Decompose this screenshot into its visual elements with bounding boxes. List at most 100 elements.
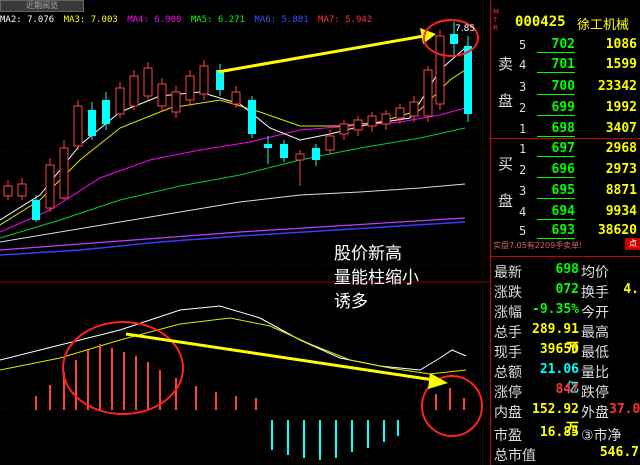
stat-row-total-volume: 总手 289.91万 最高 xyxy=(491,321,640,356)
stock-header: M T R 000425 徐工机械 xyxy=(491,0,640,33)
ma-line-white-long xyxy=(0,183,466,243)
kline-chart-area[interactable]: 近期阅览 MA2: 7.076 MA3: 7.003 MA4: 6.900 MA… xyxy=(0,0,490,465)
bid-row-2[interactable]: 2 696 2973 xyxy=(491,161,640,179)
stat-label-right: 均价 xyxy=(581,265,609,281)
bid-level: 2 xyxy=(519,163,527,177)
bid-price: 696 xyxy=(537,162,575,178)
stat-row-inner-outer: 内盘 152.92万 外盘 37.0 xyxy=(491,401,640,436)
stat-label-right: 最低 xyxy=(581,345,609,361)
bid-row-3[interactable]: 3 695 8871 xyxy=(491,182,640,200)
stat-value-right: 4. xyxy=(623,282,639,297)
stat-row-market-cap: 总市值 546.7 xyxy=(491,444,640,464)
annotation-line-2: 量能柱缩小 xyxy=(334,268,419,288)
ask-volume: 3407 xyxy=(605,121,637,136)
stat-label-right: 今开 xyxy=(581,305,609,321)
macd-arrow-head xyxy=(428,373,448,389)
stat-row-current-volume: 现手 39650 最低 xyxy=(491,341,640,361)
stat-label: 涨跌 xyxy=(494,285,522,301)
stat-row-turnover: 总额 21.06亿 量比 xyxy=(491,361,640,396)
bid-volume: 9934 xyxy=(605,204,637,219)
ask-price: 700 xyxy=(537,79,575,95)
annotation-line-3: 诱多 xyxy=(334,292,368,312)
ask-volume: 23342 xyxy=(597,79,637,94)
stat-label: 市盈 xyxy=(494,428,522,444)
stat-label: 现手 xyxy=(494,345,522,361)
stat-value: 698 xyxy=(555,262,579,277)
ask-volume: 1086 xyxy=(605,37,637,52)
ask-price: 701 xyxy=(537,57,575,73)
stats-divider xyxy=(491,256,640,257)
ask-row-4[interactable]: 4 701 1599 xyxy=(491,56,640,74)
bid-level: 3 xyxy=(519,184,527,198)
chart-drawing xyxy=(0,19,490,460)
ask-row-3[interactable]: 3 700 23342 xyxy=(491,78,640,96)
stat-label: 最新 xyxy=(494,265,522,281)
stat-label: 涨停 xyxy=(494,385,522,401)
bid-price: 694 xyxy=(537,204,575,220)
stat-row-latest: 最新 698 均价 xyxy=(491,261,640,281)
macd-trend-arrow xyxy=(125,332,435,382)
stat-value: 072 xyxy=(555,282,579,297)
stock-name: 徐工机械 xyxy=(577,18,630,33)
ask-row-2[interactable]: 2 699 1992 xyxy=(491,99,640,117)
stat-label: 总额 xyxy=(494,365,522,381)
macd-dif-line xyxy=(0,305,467,371)
ask-row-1[interactable]: 1 698 3407 xyxy=(491,120,640,138)
stat-label-right: 最高 xyxy=(581,325,609,341)
bid-price: 693 xyxy=(537,223,575,239)
stat-value: 39650 xyxy=(539,342,579,357)
sell-order-alert[interactable]: 实盘7.05有2209手卖单! xyxy=(493,240,582,251)
annotation-line-1: 股价新高 xyxy=(334,244,402,264)
bid-volume: 2973 xyxy=(605,162,637,177)
stat-label-right: 换手 xyxy=(581,285,609,301)
ask-level: 4 xyxy=(519,58,527,72)
stat-label-right: 量比 xyxy=(581,365,609,381)
bid-row-4[interactable]: 4 694 9934 xyxy=(491,203,640,221)
stat-value: 16.85 xyxy=(539,425,579,440)
bid-volume: 8871 xyxy=(605,183,637,198)
quote-panel: M T R 000425 徐工机械 卖盘 5 702 1086 4 701 1599 3… xyxy=(490,0,640,465)
mtr-indicator[interactable]: M T R xyxy=(493,8,515,32)
ask-price: 699 xyxy=(537,100,575,116)
stat-row-limit: 涨停 847 跌停 xyxy=(491,381,640,401)
stat-label-right: 外盘 xyxy=(581,405,609,421)
alert-button[interactable]: 点 xyxy=(625,238,640,250)
ask-volume: 1992 xyxy=(605,100,637,115)
price-arrow-head xyxy=(420,28,436,44)
stat-row-change: 涨跌 072 换手 4. xyxy=(491,281,640,301)
bid-price: 695 xyxy=(537,183,575,199)
ask-row-5[interactable]: 5 702 1086 xyxy=(491,36,640,54)
stat-value-right: 37.0 xyxy=(609,402,640,417)
bid-volume: 2968 xyxy=(605,141,637,156)
ask-volume: 1599 xyxy=(605,57,637,72)
ask-level: 5 xyxy=(519,38,527,52)
stat-value: 847 xyxy=(555,382,579,397)
stat-value: -9.35% xyxy=(532,302,579,317)
high-price-label: 7.85 xyxy=(455,24,476,34)
bid-level: 1 xyxy=(519,142,527,156)
ask-price: 698 xyxy=(537,121,575,137)
stat-label-right: 跌停 xyxy=(581,385,609,401)
bid-level: 4 xyxy=(519,205,527,219)
bid-price: 697 xyxy=(537,141,575,157)
annotation-text: 股价新高 量能柱缩小 诱多 xyxy=(334,242,419,314)
macd-bars xyxy=(35,344,465,460)
ask-level: 2 xyxy=(519,101,527,115)
stat-row-pct: 涨幅 -9.35% 今开 xyxy=(491,301,640,321)
stat-label-right: ③市净 xyxy=(581,428,622,444)
stat-label: 内盘 xyxy=(494,405,522,421)
bid-volume: 38620 xyxy=(597,223,637,238)
price-trend-arrow xyxy=(217,34,425,74)
ask-level: 3 xyxy=(519,80,527,94)
stat-label: 涨幅 xyxy=(494,305,522,321)
orderbook-divider xyxy=(491,138,640,139)
bid-row-1[interactable]: 1 697 2968 xyxy=(491,140,640,158)
bid-level: 5 xyxy=(519,224,527,238)
stock-code: 000425 xyxy=(515,14,566,30)
ask-level: 1 xyxy=(519,122,527,136)
bid-row-5[interactable]: 5 693 38620 xyxy=(491,222,640,240)
stat-row-pe: 市盈 16.85 ③市净 xyxy=(491,424,640,444)
stat-value-right: 546.7 xyxy=(599,445,639,460)
stat-label: 总手 xyxy=(494,325,522,341)
ask-price: 702 xyxy=(537,37,575,53)
